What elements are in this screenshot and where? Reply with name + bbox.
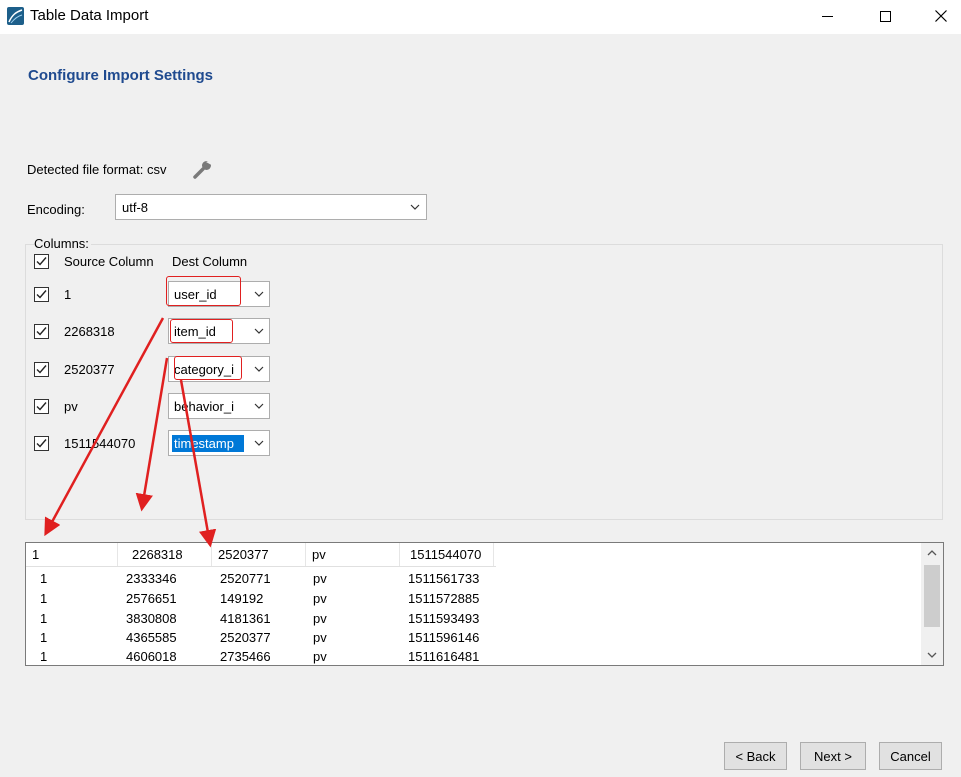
- table-row: 1 2576651 149192 pv 1511572885: [26, 589, 921, 608]
- chevron-down-icon: [254, 440, 264, 446]
- column-checkbox-2[interactable]: [34, 324, 49, 339]
- checkmark-icon: [36, 290, 47, 299]
- dest-column-value: timestamp: [172, 435, 244, 452]
- dest-column-select-1[interactable]: user_id: [168, 281, 270, 307]
- table-cell: 4606018: [126, 649, 177, 664]
- table-cell: pv: [313, 571, 327, 586]
- minimize-button[interactable]: [804, 0, 850, 32]
- table-cell: pv: [313, 630, 327, 645]
- table-row: 1 4365585 2520377 pv 1511596146: [26, 628, 921, 647]
- close-icon: [935, 10, 947, 22]
- dest-column-value: item_id: [174, 324, 216, 339]
- cancel-button[interactable]: Cancel: [879, 742, 942, 770]
- source-column-name: 2520377: [64, 362, 115, 377]
- chevron-down-icon: [254, 328, 264, 334]
- table-cell: 1: [40, 630, 48, 645]
- scroll-thumb[interactable]: [924, 565, 940, 627]
- back-button[interactable]: < Back: [724, 742, 787, 770]
- dest-column-select-5[interactable]: timestamp: [168, 430, 270, 456]
- title-bar: Table Data Import: [0, 0, 961, 34]
- table-cell: 2520377: [220, 630, 271, 645]
- columns-group-label: Columns:: [34, 236, 91, 251]
- table-cell: 4365585: [126, 630, 177, 645]
- columns-group: [25, 244, 943, 520]
- preview-header-cell: 1511544070: [400, 543, 494, 566]
- table-cell: 1: [40, 571, 48, 586]
- close-button[interactable]: [918, 0, 961, 32]
- chevron-down-icon: [254, 291, 264, 297]
- table-cell: 2576651: [126, 591, 177, 606]
- column-checkbox-5[interactable]: [34, 436, 49, 451]
- chevron-down-icon: [927, 652, 937, 658]
- checkmark-icon: [36, 402, 47, 411]
- table-cell: 4181361: [220, 611, 271, 626]
- checkmark-icon: [36, 365, 47, 374]
- dest-column-value: category_i: [174, 362, 234, 377]
- scroll-up-button[interactable]: [921, 543, 943, 563]
- preview-table: 1 2268318 2520377 pv 1511544070 1 233334…: [25, 542, 944, 666]
- table-cell: pv: [313, 591, 327, 606]
- preview-header-row: 1 2268318 2520377 pv 1511544070: [26, 543, 496, 567]
- encoding-select[interactable]: utf-8: [115, 194, 427, 220]
- vertical-scrollbar[interactable]: [921, 543, 943, 665]
- table-cell: 149192: [220, 591, 264, 606]
- preview-header-cell: pv: [306, 543, 400, 566]
- dest-column-header: Dest Column: [172, 254, 248, 269]
- source-column-name: pv: [64, 399, 78, 414]
- source-column-name: 2268318: [64, 324, 115, 339]
- table-cell: 1511616481: [408, 649, 480, 664]
- chevron-down-icon: [254, 366, 264, 372]
- checkmark-icon: [36, 439, 47, 448]
- dest-column-select-3[interactable]: category_i: [168, 356, 270, 382]
- minimize-icon: [821, 15, 833, 17]
- dest-column-value: behavior_i: [174, 399, 234, 414]
- chevron-down-icon: [254, 403, 264, 409]
- table-cell: 2333346: [126, 571, 177, 586]
- table-cell: 1: [40, 649, 48, 664]
- preview-header-cell: 1: [26, 543, 118, 566]
- maximize-button[interactable]: [862, 0, 908, 32]
- table-cell: 3830808: [126, 611, 177, 626]
- table-row: 1 4606018 2735466 pv 1511616481: [26, 647, 921, 665]
- window-title: Table Data Import: [30, 7, 149, 24]
- table-cell: 1511596146: [408, 630, 480, 645]
- preview-header-cell: 2520377: [212, 543, 306, 566]
- table-cell: pv: [313, 649, 327, 664]
- scroll-down-button[interactable]: [921, 645, 943, 665]
- main-panel: Configure Import Settings Detected file …: [0, 34, 961, 777]
- table-cell: 1: [40, 591, 48, 606]
- preview-header-cell: 2268318: [118, 543, 212, 566]
- select-all-checkbox[interactable]: [34, 254, 49, 269]
- column-checkbox-1[interactable]: [34, 287, 49, 302]
- dest-column-select-2[interactable]: item_id: [168, 318, 270, 344]
- source-column-name: 1511544070: [64, 436, 136, 451]
- encoding-value: utf-8: [122, 199, 149, 215]
- chevron-down-icon: [410, 204, 420, 210]
- table-cell: 1511593493: [408, 611, 480, 626]
- table-row: 1 3830808 4181361 pv 1511593493: [26, 609, 921, 628]
- column-checkbox-4[interactable]: [34, 399, 49, 414]
- checkmark-icon: [36, 257, 47, 266]
- checkmark-icon: [36, 327, 47, 336]
- page-title: Configure Import Settings: [28, 67, 213, 84]
- table-cell: 1511572885: [408, 591, 480, 606]
- table-cell: 2520771: [220, 571, 271, 586]
- table-cell: 1511561733: [408, 571, 480, 586]
- next-button[interactable]: Next >: [800, 742, 866, 770]
- source-column-name: 1: [64, 287, 72, 302]
- dest-column-select-4[interactable]: behavior_i: [168, 393, 270, 419]
- wrench-icon[interactable]: [192, 158, 214, 180]
- chevron-up-icon: [927, 550, 937, 556]
- dest-column-value: user_id: [174, 287, 217, 302]
- column-checkbox-3[interactable]: [34, 362, 49, 377]
- table-cell: pv: [313, 611, 327, 626]
- encoding-label: Encoding:: [27, 202, 85, 217]
- mysql-workbench-icon: [7, 7, 24, 25]
- table-cell: 2735466: [220, 649, 271, 664]
- table-cell: 1: [40, 611, 48, 626]
- detected-format-label: Detected file format: csv: [27, 162, 167, 177]
- maximize-icon: [879, 10, 891, 22]
- table-row: 1 2333346 2520771 pv 1511561733: [26, 569, 921, 588]
- source-column-header: Source Column: [64, 254, 154, 269]
